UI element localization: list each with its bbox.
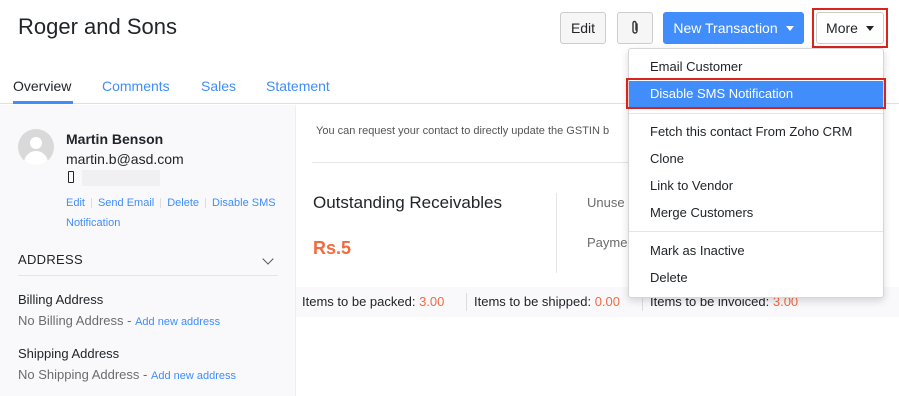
address-section-header[interactable]: ADDRESS <box>18 252 83 267</box>
receivables-value: Rs.5 <box>313 238 352 258</box>
edit-button[interactable]: Edit <box>560 12 606 44</box>
receivables-title: Outstanding Receivables <box>313 193 503 212</box>
tab-statement[interactable]: Statement <box>266 70 330 104</box>
contact-name: Martin Benson <box>66 131 164 147</box>
menu-item-fetch-zoho-crm[interactable]: Fetch this contact From Zoho CRM <box>629 119 883 145</box>
billing-address-value: No Billing Address - Add new address <box>18 313 221 328</box>
tab-sales[interactable]: Sales <box>201 70 236 104</box>
attach-button[interactable] <box>617 12 653 44</box>
shipping-address-label: Shipping Address <box>18 346 120 361</box>
menu-item-merge-customers[interactable]: Merge Customers <box>629 200 883 226</box>
divider <box>556 193 557 273</box>
unused-credits-label: Unuse <box>587 195 625 210</box>
new-transaction-button[interactable]: New Transaction <box>663 12 804 44</box>
menu-item-clone[interactable]: Clone <box>629 146 883 172</box>
divider <box>18 275 278 276</box>
delete-contact-link[interactable]: Delete <box>167 197 199 209</box>
phone-number-field <box>82 170 160 186</box>
edit-contact-link[interactable]: Edit <box>66 197 85 209</box>
menu-item-mark-inactive[interactable]: Mark as Inactive <box>629 238 883 264</box>
tab-comments[interactable]: Comments <box>102 70 170 104</box>
tab-overview[interactable]: Overview <box>13 70 73 104</box>
menu-item-link-vendor[interactable]: Link to Vendor <box>629 173 883 199</box>
user-avatar-icon <box>18 129 54 165</box>
active-item-highlight <box>626 78 886 109</box>
contact-email: martin.b@asd.com <box>66 151 184 167</box>
send-email-link[interactable]: Send Email <box>98 197 154 209</box>
mobile-phone-icon <box>68 171 74 183</box>
items-packed: Items to be packed: 3.00 <box>302 294 445 309</box>
page-title: Roger and Sons <box>18 14 177 39</box>
billing-address-label: Billing Address <box>18 292 104 307</box>
paperclip-icon <box>632 20 638 34</box>
menu-item-delete[interactable]: Delete <box>629 265 883 291</box>
add-billing-address-link[interactable]: Add new address <box>135 316 220 328</box>
more-button-highlight <box>812 8 888 48</box>
add-shipping-address-link[interactable]: Add new address <box>151 370 236 382</box>
contact-actions: Edit Send Email Delete Disable SMS Notifica… <box>66 193 286 233</box>
gstin-note: You can request your contact to directly… <box>316 125 610 137</box>
divider <box>312 162 652 163</box>
items-shipped: Items to be shipped: 0.00 <box>474 294 621 309</box>
new-transaction-label: New Transaction <box>673 20 778 36</box>
caret-down-icon <box>785 25 794 31</box>
shipping-address-value: No Shipping Address - Add new address <box>18 367 236 382</box>
menu-item-email-customer[interactable]: Email Customer <box>629 54 883 80</box>
payment-due-label: Payme <box>587 235 628 250</box>
